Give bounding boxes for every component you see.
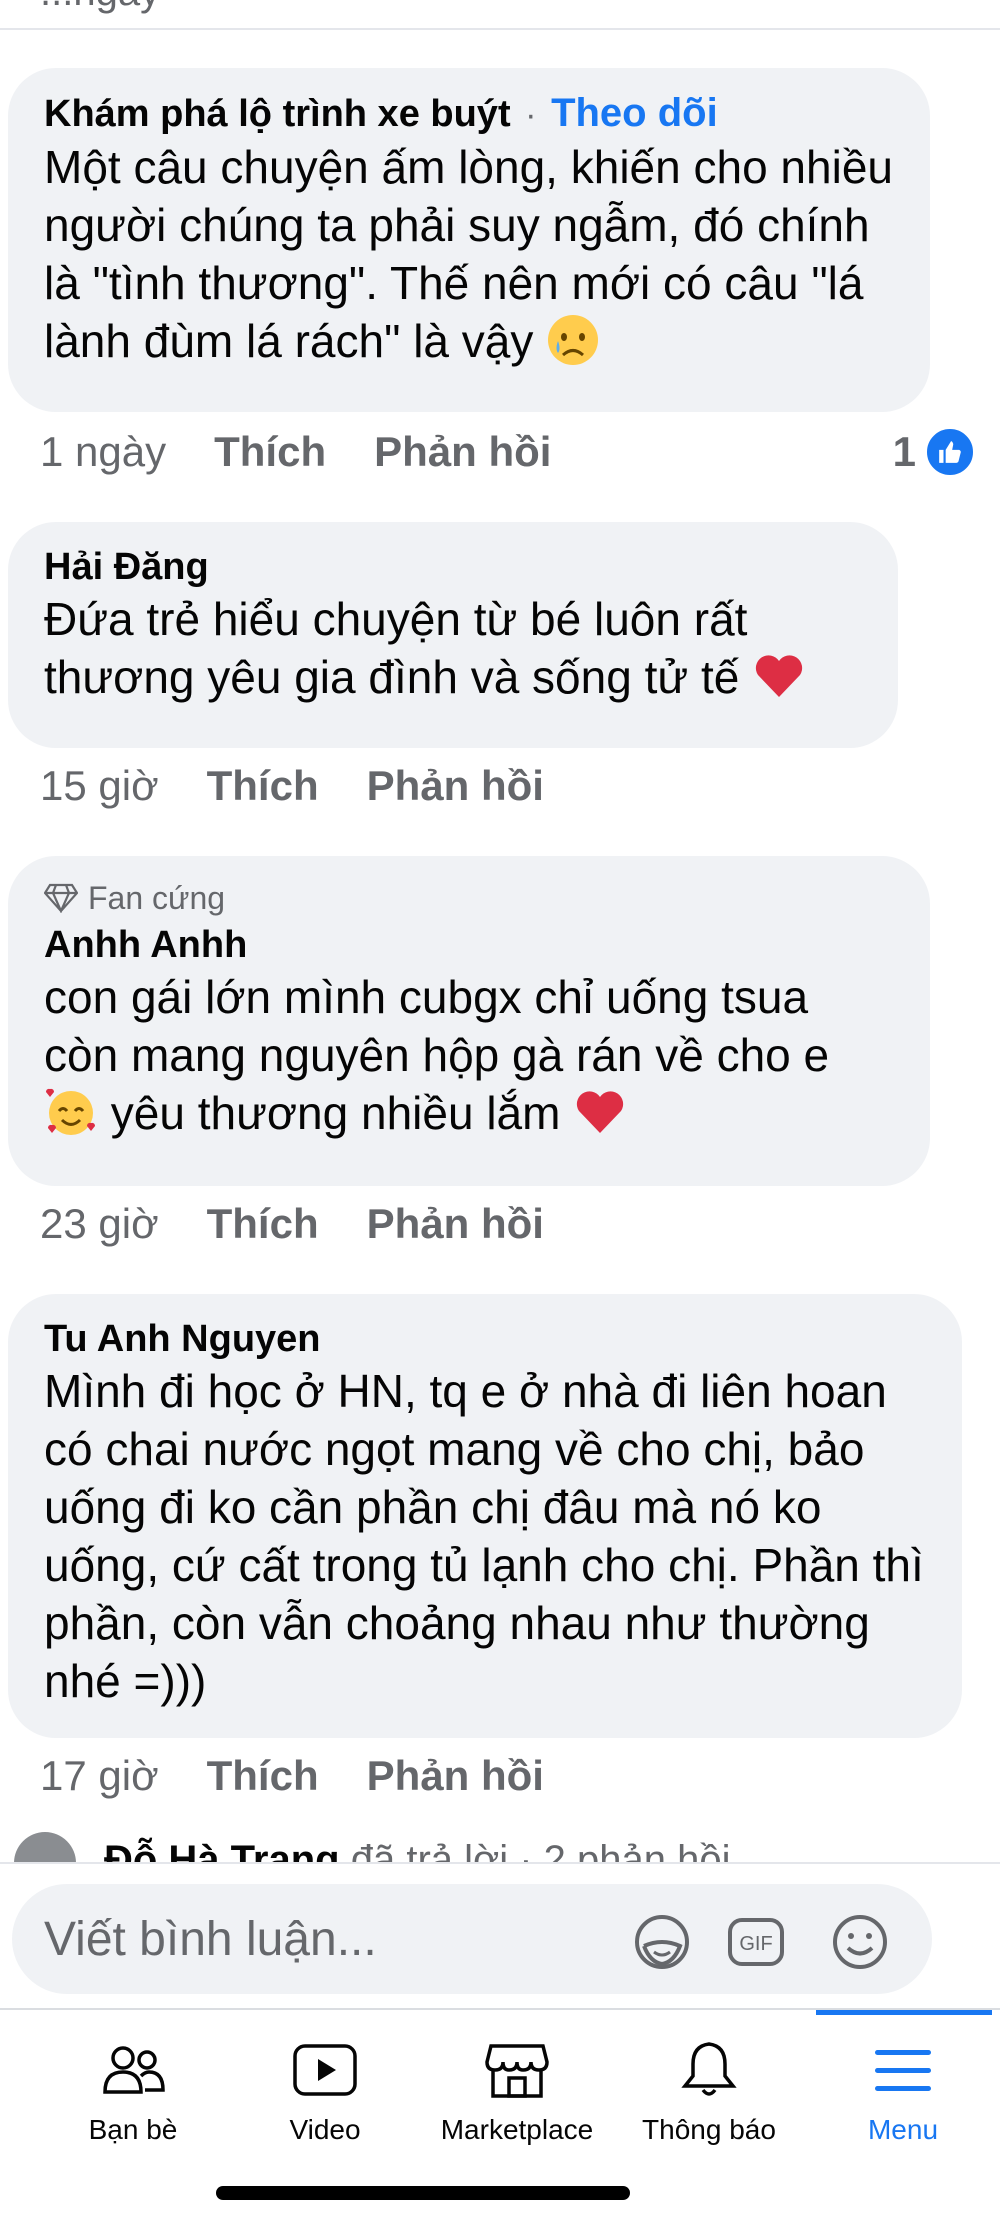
comment-composer-bar: Viết bình luận... GIF — [0, 1862, 1000, 2009]
marketplace-icon — [485, 2044, 549, 2098]
fan-badge-label: Fan cứng — [88, 880, 226, 916]
home-indicator — [216, 2186, 630, 2200]
tab-label: Bạn bè — [88, 2114, 178, 2145]
comment-author[interactable]: Khám phá lộ trình xe buýt — [44, 93, 511, 135]
gif-icon[interactable]: GIF — [726, 1912, 786, 1972]
reply-author: Đỗ Hà Trang — [104, 1838, 340, 1862]
follow-link[interactable]: Theo dõi — [551, 91, 718, 135]
tab-label: Marketplace — [440, 2114, 594, 2145]
reaction-count[interactable]: 1 — [893, 426, 976, 478]
red-heart-emoji-icon — [755, 655, 803, 697]
tab-label: Thông báo — [642, 2114, 776, 2145]
comment-bubble-2[interactable]: Hải Đăng Đứa trẻ hiểu chuyện từ bé luôn … — [8, 522, 898, 748]
avatar — [14, 1832, 76, 1862]
tab-video[interactable]: Video — [230, 2040, 420, 2146]
comment-author[interactable]: Hải Đăng — [44, 544, 862, 590]
comment-author[interactable]: Tu Anh Nguyen — [44, 1316, 926, 1362]
comment-bubble-3[interactable]: Fan cứng Anhh Anhh con gái lớn mình cubg… — [8, 856, 930, 1186]
comment-input[interactable]: Viết bình luận... GIF — [12, 1884, 932, 1994]
reply-action: đã trả lời · 2 phản hồi — [350, 1838, 731, 1862]
reply-button[interactable]: Phản hồi — [367, 1752, 544, 1800]
like-reaction-icon — [924, 426, 976, 478]
gif-label: GIF — [739, 1933, 772, 1955]
comment-body: Một câu chuyện ấm lòng, khiến cho nhiều … — [44, 141, 893, 367]
like-button[interactable]: Thích — [207, 762, 319, 810]
tab-label: Menu — [867, 2114, 939, 2145]
red-heart-emoji-icon — [577, 1091, 624, 1133]
like-button[interactable]: Thích — [207, 1752, 319, 1800]
reply-button[interactable]: Phản hồi — [367, 762, 544, 810]
tab-menu[interactable]: Menu — [808, 2040, 998, 2146]
top-bar: ...ngày — [0, 0, 1000, 30]
comment-text: Mình đi học ở HN, tq e ở nhà đi liên hoa… — [44, 1365, 924, 1707]
comment-author-line: Khám phá lộ trình xe buýt · Theo dõi — [44, 90, 894, 138]
diamond-icon — [44, 883, 78, 913]
tab-friends[interactable]: Bạn bè — [38, 2040, 228, 2146]
video-icon — [293, 2044, 357, 2096]
comment-body-line1: con gái lớn mình cubgx chỉ uống tsua còn… — [44, 971, 830, 1081]
active-tab-indicator — [816, 2010, 992, 2015]
comment-body-line2-wrap: yêu thương nhiều lắm — [44, 1084, 894, 1142]
comment-author[interactable]: Anhh Anhh — [44, 922, 894, 968]
emoji-icon[interactable] — [830, 1912, 890, 1972]
comment-meta-1: 1 ngày Thích Phản hồi — [40, 428, 551, 476]
comment-text: Đứa trẻ hiểu chuyện từ bé luôn rất thươn… — [44, 590, 862, 706]
tab-marketplace[interactable]: Marketplace — [422, 2040, 612, 2146]
comment-bubble-4[interactable]: Tu Anh Nguyen Mình đi học ở HN, tq e ở n… — [8, 1294, 962, 1738]
bell-icon — [681, 2042, 737, 2096]
like-button[interactable]: Thích — [207, 1200, 319, 1248]
tab-notifications[interactable]: Thông báo — [614, 2040, 804, 2146]
fan-badge: Fan cứng — [44, 878, 894, 918]
reply-button[interactable]: Phản hồi — [367, 1200, 544, 1248]
comment-body-line2: yêu thương nhiều lắm — [110, 1087, 561, 1139]
tab-label: Video — [289, 2114, 361, 2145]
reply-preview-text: Đỗ Hà Trang đã trả lời · 2 phản hồi — [104, 1838, 731, 1862]
menu-icon — [875, 2050, 931, 2091]
comment-input-placeholder: Viết bình luận... — [44, 1913, 377, 1966]
reaction-count-number: 1 — [892, 428, 916, 475]
reply-button[interactable]: Phản hồi — [374, 428, 551, 476]
comment-text: Một câu chuyện ấm lòng, khiến cho nhiều … — [44, 138, 894, 370]
comment-time[interactable]: 1 ngày — [40, 428, 166, 476]
comment-time[interactable]: 15 giờ — [40, 762, 159, 810]
crying-face-emoji-icon — [548, 315, 599, 365]
reply-preview[interactable]: Đỗ Hà Trang đã trả lời · 2 phản hồi — [0, 1832, 1000, 1862]
comment-meta-3: 23 giờ Thích Phản hồi — [40, 1200, 544, 1248]
comment-bubble-1[interactable]: Khám phá lộ trình xe buýt · Theo dõi Một… — [8, 68, 930, 412]
friends-icon — [103, 2046, 165, 2094]
comment-time[interactable]: 23 giờ — [40, 1200, 159, 1248]
like-button[interactable]: Thích — [214, 428, 326, 476]
comment-meta-4: 17 giờ Thích Phản hồi — [40, 1752, 544, 1800]
comment-text: con gái lớn mình cubgx chỉ uống tsua còn… — [44, 968, 894, 1142]
smiling-face-with-hearts-emoji-icon — [45, 1088, 96, 1135]
cut-off-text: ...ngày — [40, 0, 160, 15]
separator-dot: · — [525, 96, 537, 134]
sticker-icon[interactable] — [632, 1912, 692, 1972]
comment-meta-2: 15 giờ Thích Phản hồi — [40, 762, 544, 810]
comment-body: Đứa trẻ hiểu chuyện từ bé luôn rất thươn… — [44, 593, 748, 703]
comment-time[interactable]: 17 giờ — [40, 1752, 159, 1800]
